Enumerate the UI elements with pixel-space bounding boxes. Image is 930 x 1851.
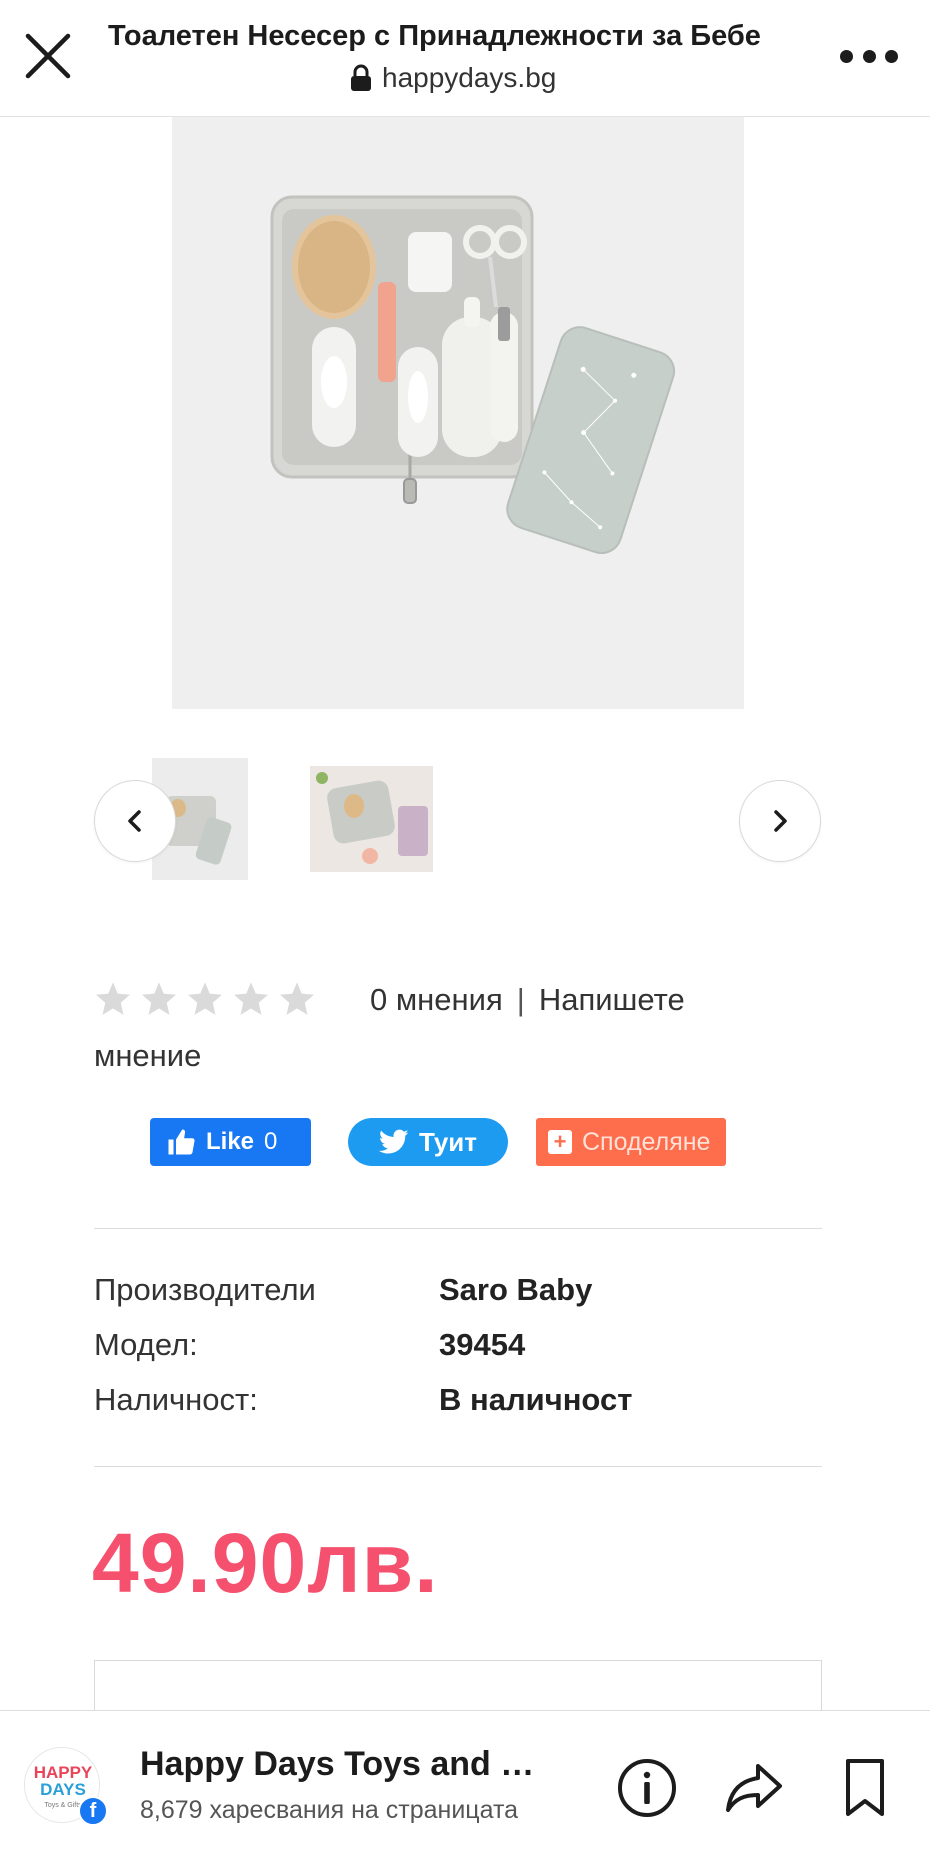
reviews-summary: 0 мнения | Напишете (370, 982, 685, 1018)
like-label: Like (206, 1128, 255, 1155)
star-icon (96, 982, 130, 1015)
thumbnail-image-2 (310, 766, 433, 872)
spec-label: Модел: (94, 1327, 198, 1362)
more-options-button[interactable] (840, 38, 898, 74)
divider (94, 1228, 822, 1229)
url-row: happydays.bg (350, 60, 556, 96)
url-text: happydays.bg (382, 62, 557, 93)
page-likes: 8,679 харесвания на страницата (140, 1796, 519, 1824)
spec-label: Производители (94, 1272, 316, 1307)
star-icon (234, 982, 268, 1015)
divider (94, 1466, 822, 1467)
more-icon (840, 49, 853, 63)
spec-value: 39454 (439, 1327, 526, 1362)
carousel-next-button[interactable] (739, 780, 821, 862)
tweet-label: Туит (418, 1126, 478, 1157)
page-name[interactable]: Happy Days Toys and Gifts (140, 1745, 550, 1784)
tweet-button[interactable]: Туит (348, 1118, 508, 1166)
spec-row-model: Модел: 39454 (94, 1327, 822, 1377)
write-review-link-continued[interactable]: мнение (94, 1038, 201, 1074)
close-icon (25, 33, 71, 79)
thumbs-up-icon (168, 1129, 195, 1155)
plus-icon: + (548, 1130, 572, 1154)
like-count: 0 (264, 1128, 278, 1155)
star-icon (280, 982, 314, 1015)
rating-stars (94, 980, 316, 1018)
thumbnail-2[interactable] (310, 766, 433, 872)
spec-value-manufacturer-link[interactable]: Saro Baby (439, 1272, 592, 1308)
info-button[interactable] (614, 1755, 680, 1821)
spec-row-manufacturer: Производители Saro Baby (94, 1272, 822, 1322)
spec-value: В наличност (439, 1382, 633, 1417)
facebook-badge-icon: f (78, 1796, 108, 1826)
twitter-bird-icon (378, 1129, 409, 1154)
chevron-left-icon (128, 810, 141, 832)
share-icon (726, 1764, 782, 1812)
spec-row-availability: Наличност: В наличност (94, 1382, 822, 1432)
facebook-like-button[interactable]: Like 0 (150, 1118, 311, 1166)
product-price: 49.90лв. (92, 1516, 439, 1610)
bookmark-icon (846, 1759, 884, 1816)
page-title: Тоалетен Несесер с Принадлежности за Беб… (108, 20, 761, 52)
svg-text:DAYS: DAYS (40, 1780, 86, 1799)
product-photo (172, 117, 744, 709)
reviews-separator: | (516, 982, 525, 1017)
carousel-prev-button[interactable] (94, 780, 176, 862)
close-button[interactable] (22, 30, 74, 82)
lock-icon (351, 64, 371, 91)
product-main-image[interactable] (172, 117, 744, 709)
page-info-bar: HAPPY DAYS Toys & Gifts f Happy Days Toy… (0, 1710, 930, 1851)
spec-label: Наличност: (94, 1382, 258, 1417)
bookmark-button[interactable] (832, 1755, 898, 1821)
info-icon (618, 1759, 676, 1817)
share-label: Споделяне (582, 1127, 711, 1156)
reviews-count-link[interactable]: 0 мнения (370, 982, 503, 1017)
chevron-right-icon (774, 810, 787, 832)
star-icon (188, 982, 222, 1015)
share-page-button[interactable] (722, 1755, 788, 1821)
write-review-link[interactable]: Напишете (539, 982, 685, 1017)
browser-header: Тоалетен Несесер с Принадлежности за Беб… (0, 0, 930, 117)
svg-text:Toys & Gifts: Toys & Gifts (44, 1802, 82, 1809)
star-icon (142, 982, 176, 1015)
share-button[interactable]: + Споделяне (536, 1118, 726, 1166)
